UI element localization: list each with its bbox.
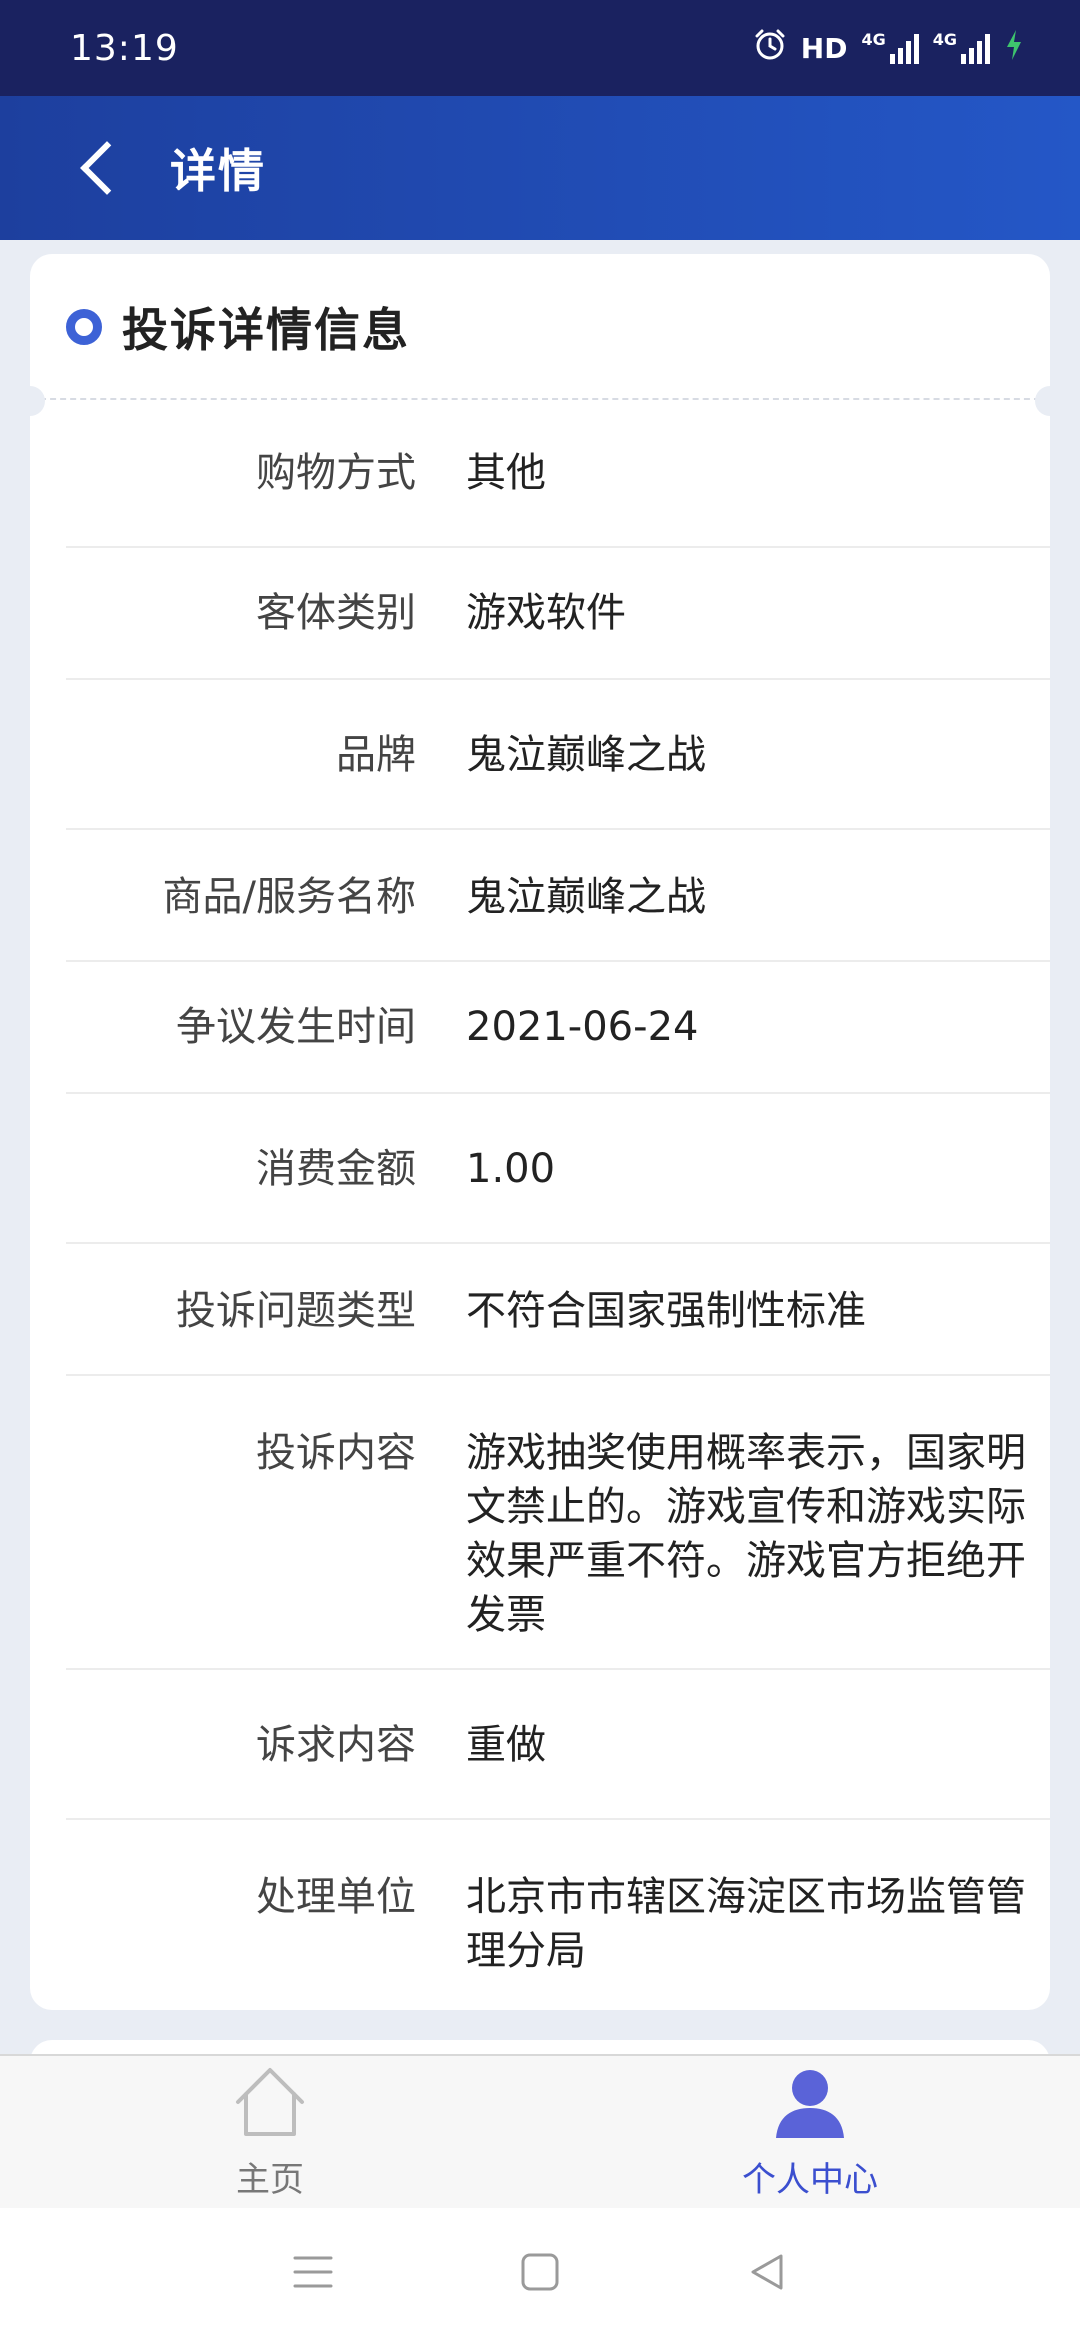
row-value: 1.00 [466, 1146, 556, 1192]
page-title: 详情 [170, 144, 266, 198]
system-nav-bar [0, 2208, 1080, 2340]
row-value: 北京市市辖区海淀区市场监管管理分局 [466, 1874, 1026, 1974]
row-label: 消费金额 [256, 1146, 416, 1192]
row-label: 客体类别 [256, 590, 416, 636]
hd-icon: HD [800, 31, 848, 65]
row-label: 投诉内容 [256, 1430, 416, 1476]
status-time: 13:19 [70, 27, 179, 69]
charging-icon [1004, 28, 1024, 69]
row-label: 商品/服务名称 [162, 874, 416, 920]
status-icons: HD 4G 4G [753, 28, 1024, 69]
home-square-icon[interactable] [520, 2252, 560, 2296]
network-type-label: 4G [861, 30, 886, 49]
detail-list: 购物方式 其他 客体类别 游戏软件 品牌 鬼泣巅峰之战 商品/服务名称 鬼泣巅峰… [30, 400, 1050, 2010]
chevron-left-icon[interactable] [66, 133, 136, 203]
card-header: 投诉详情信息 [30, 254, 1050, 400]
nav-item-home[interactable]: 主页 [0, 2056, 540, 2208]
detail-row-complaint-content: 投诉内容 游戏抽奖使用概率表示，国家明文禁止的。游戏宣传和游戏实际效果严重不符。… [66, 1376, 1050, 1670]
nav-label-personal-center: 个人中心 [742, 2159, 878, 2200]
row-value: 不符合国家强制性标准 [466, 1288, 866, 1334]
signal-icon: 4G [933, 32, 990, 64]
row-label: 购物方式 [256, 450, 416, 496]
row-value: 重做 [466, 1722, 546, 1768]
detail-row-handling-unit: 处理单位 北京市市辖区海淀区市场监管管理分局 [66, 1820, 1050, 2010]
row-label: 品牌 [336, 732, 416, 778]
nav-label-home: 主页 [236, 2159, 304, 2200]
back-triangle-icon[interactable] [747, 2252, 787, 2296]
row-value: 鬼泣巅峰之战 [466, 874, 706, 920]
nav-item-personal-center[interactable]: 个人中心 [540, 2056, 1080, 2208]
alarm-icon [753, 28, 787, 69]
home-icon [230, 2064, 310, 2144]
menu-icon[interactable] [293, 2254, 333, 2294]
detail-row-request-content: 诉求内容 重做 [66, 1670, 1050, 1820]
screen: 13:19 HD 4G 4G 详情 投诉详情信息 购物方式 其他 客体类别 游戏… [0, 0, 1080, 2340]
user-icon [770, 2064, 850, 2144]
row-label: 投诉问题类型 [176, 1288, 416, 1334]
row-value: 其他 [466, 450, 546, 496]
row-label: 争议发生时间 [176, 1004, 416, 1050]
row-label: 处理单位 [256, 1874, 416, 1920]
row-value: 鬼泣巅峰之战 [466, 732, 706, 778]
detail-row-product-name: 商品/服务名称 鬼泣巅峰之战 [66, 830, 1050, 962]
card-title: 投诉详情信息 [122, 303, 410, 357]
detail-row-object-category: 客体类别 游戏软件 [66, 548, 1050, 680]
detail-row-complaint-type: 投诉问题类型 不符合国家强制性标准 [66, 1244, 1050, 1376]
detail-row-brand: 品牌 鬼泣巅峰之战 [66, 680, 1050, 830]
row-label: 诉求内容 [256, 1722, 416, 1768]
signal-icon: 4G [861, 30, 919, 64]
row-value: 2021-06-24 [466, 1004, 699, 1050]
status-bar: 13:19 HD 4G 4G [0, 0, 1080, 96]
detail-row-shopping-method: 购物方式 其他 [66, 400, 1050, 548]
bottom-nav: 主页 个人中心 [0, 2054, 1080, 2208]
detail-row-amount: 消费金额 1.00 [66, 1094, 1050, 1244]
detail-row-dispute-date: 争议发生时间 2021-06-24 [66, 962, 1050, 1094]
app-header: 详情 [0, 96, 1080, 240]
network-type-label: 4G [932, 30, 957, 49]
bullet-dot-icon [66, 309, 102, 345]
dashed-divider [30, 398, 1050, 400]
row-value: 游戏软件 [466, 590, 626, 636]
complaint-detail-card: 投诉详情信息 购物方式 其他 客体类别 游戏软件 品牌 鬼泣巅峰之战 商品/服务… [30, 254, 1050, 2010]
row-value: 游戏抽奖使用概率表示，国家明文禁止的。游戏宣传和游戏实际效果严重不符。游戏官方拒… [466, 1430, 1026, 1638]
